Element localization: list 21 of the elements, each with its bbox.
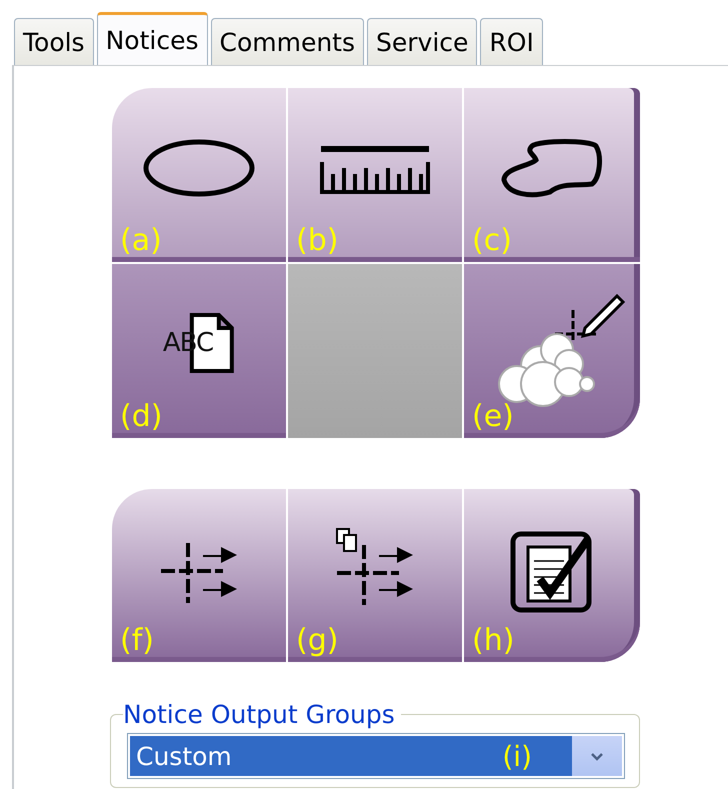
tab[interactable]: Service (367, 18, 478, 65)
ruler-icon (319, 144, 431, 194)
output-button[interactable]: (h) (464, 489, 640, 662)
annotation-label: (i) (502, 740, 532, 772)
crosshair-arrows-icon (159, 541, 239, 605)
copy-crosshair-arrows-icon (335, 527, 415, 607)
tab[interactable]: Notices (96, 12, 208, 65)
chevron-down-icon (590, 752, 604, 760)
output-group-dropdown[interactable]: Custom (i) (127, 733, 625, 779)
group-title: Notice Output Groups (123, 700, 396, 729)
tool-button[interactable]: (e) (464, 264, 640, 438)
output-button[interactable]: (g) (288, 489, 462, 662)
notepad-check-icon (510, 531, 594, 613)
tab[interactable]: Comments (210, 18, 364, 65)
tab[interactable]: ROI (480, 18, 543, 65)
dropdown-button[interactable] (572, 736, 622, 776)
dropdown-value: Custom (136, 742, 232, 770)
freeform-shape-icon (500, 138, 604, 200)
tab[interactable]: Tools (14, 18, 94, 65)
output-button[interactable]: (f) (112, 489, 286, 662)
ellipse-icon (143, 138, 255, 198)
